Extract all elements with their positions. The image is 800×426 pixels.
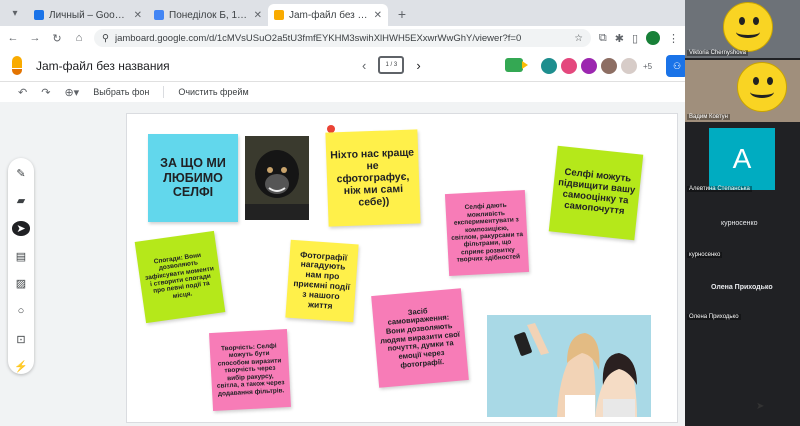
site-info-icon[interactable]: ⚲ (102, 33, 109, 44)
bookmark-star-icon[interactable]: ☆ (574, 33, 583, 44)
url-text: jamboard.google.com/d/1cMVsUSuO2a5tU3fmf… (114, 32, 522, 44)
sticky-note-memories[interactable]: Спогади: Вони дозволяють зафіксувати мом… (134, 230, 226, 324)
selfie-girls-image[interactable] (487, 315, 651, 417)
browser-tab-strip: ▾ Личный – Google Диск ✕ Понеділок Б, 18… (0, 0, 685, 26)
participant-tile[interactable]: Олена Приходько Олена Приходько (685, 262, 800, 322)
address-bar[interactable]: ⚲ jamboard.google.com/d/1cMVsUSuO2a5tU3f… (94, 29, 591, 47)
laser-icon[interactable]: ⚡ (12, 359, 30, 374)
sticky-note-icon[interactable]: ▤ (12, 249, 30, 264)
avatar: A (709, 128, 775, 190)
jamboard-toolbar: ↶ ↷ ⊕▾ Выбрать фон Очистить фрейм (0, 82, 685, 102)
next-frame-icon[interactable]: › (416, 58, 420, 73)
sidepanel-icon[interactable]: ▯ (632, 32, 638, 45)
close-icon[interactable]: ✕ (374, 10, 382, 21)
google-drive-icon (34, 10, 44, 20)
participant-name: Viktoria Chernyshova (687, 50, 748, 56)
back-icon[interactable]: ← (6, 32, 20, 44)
jamboard-icon (274, 10, 284, 20)
new-tab-icon[interactable]: + (392, 4, 412, 24)
eraser-icon[interactable]: ▰ (12, 194, 30, 209)
monkey-illustration (245, 136, 309, 220)
avatar[interactable] (580, 57, 598, 75)
more-participants-count[interactable]: +5 (643, 62, 652, 71)
divider (163, 86, 165, 98)
sticky-note-photos-remind[interactable]: Фотографії нагадують нам про приємні под… (285, 239, 359, 323)
drawing-tools: ✎ ▰ ➤ ▤ ▨ ○ ⊡ ⚡ (8, 158, 34, 374)
frame-counter[interactable]: 1 / 3 (378, 56, 405, 74)
home-icon[interactable]: ⌂ (72, 32, 86, 44)
undo-icon[interactable]: ↶ (18, 86, 27, 99)
avatar[interactable] (620, 57, 638, 75)
avatar[interactable] (540, 57, 558, 75)
profile-avatar[interactable] (646, 31, 660, 45)
clear-frame-button[interactable]: Очистить фрейм (178, 87, 248, 97)
participant-tile[interactable]: Вадим Ковтун (685, 60, 800, 122)
smiley-face-icon (737, 62, 787, 112)
set-background-button[interactable]: Выбрать фон (93, 87, 149, 97)
avatar[interactable] (600, 57, 618, 75)
close-icon[interactable]: ✕ (254, 10, 262, 21)
forward-icon[interactable]: → (28, 32, 42, 44)
participant-tile[interactable]: курносенко курносенко (685, 196, 800, 260)
smiley-face-icon (723, 2, 773, 52)
mouse-cursor-icon: ➤ (756, 401, 765, 412)
jamboard-header: Jam-файл без названия ‹ 1 / 3 › +5 ⚇ (0, 50, 688, 82)
selfie-illustration (487, 315, 651, 417)
menu-dots-icon[interactable]: ⋮ (668, 32, 679, 45)
image-icon[interactable]: ▨ (12, 277, 30, 292)
participant-name: Алевтина Степанська (687, 186, 752, 192)
participant-tile[interactable]: Viktoria Chernyshova (685, 0, 800, 58)
monkey-selfie-image[interactable] (245, 136, 309, 220)
jamboard-logo-icon (10, 55, 26, 76)
frame-navigation: ‹ 1 / 3 › (362, 56, 421, 74)
participant-name-center: Олена Приходько (711, 284, 773, 291)
meet-icon[interactable] (505, 58, 528, 72)
tab-google-docs[interactable]: Понеділок Б, 18.03 - Google Д ✕ (148, 4, 268, 26)
tab-search-icon[interactable]: ▾ (6, 4, 24, 22)
tab-jamboard[interactable]: Jam-файл без названия - Goo ✕ (268, 4, 388, 26)
close-icon[interactable]: ✕ (134, 10, 142, 21)
sticky-note-self-expression[interactable]: Засіб самовираження: Вони дозволяють люд… (371, 288, 469, 388)
document-title[interactable]: Jam-файл без названия (36, 59, 170, 73)
participant-name-center: курносенко (721, 220, 758, 227)
tab-title: Личный – Google Диск (49, 9, 129, 21)
shape-circle-icon[interactable]: ○ (12, 304, 30, 319)
sticky-note-title[interactable]: ЗА ЩО МИ ЛЮБИМО СЕЛФІ (148, 134, 238, 222)
participant-name: курносенко (687, 252, 723, 258)
browser-toolbar: ← → ↻ ⌂ ⚲ jamboard.google.com/d/1cMVsUSu… (0, 26, 685, 50)
tab-title: Jam-файл без названия - Goo (289, 9, 369, 21)
sticky-note-self-esteem[interactable]: Селфі можуть підвищити вашу самооцінку т… (548, 145, 644, 241)
sticky-note-experiment[interactable]: Селфі дають можливість експериментувати … (444, 189, 530, 277)
avatar[interactable] (560, 57, 578, 75)
zoom-icon[interactable]: ⊕▾ (64, 86, 79, 99)
tab-title: Понеділок Б, 18.03 - Google Д (169, 9, 249, 21)
participant-name: Вадим Ковтун (687, 114, 730, 120)
previous-frame-icon[interactable]: ‹ (362, 58, 366, 73)
google-docs-icon (154, 10, 164, 20)
sticky-note-nobody-better[interactable]: Ніхто нас краще не сфотографує, ніж ми с… (325, 129, 421, 227)
meet-participants-panel: Viktoria Chernyshova Вадим Ковтун A Алев… (685, 0, 800, 426)
extensions-icon[interactable]: ⧉ (599, 32, 607, 45)
pen-icon[interactable]: ✎ (12, 166, 30, 181)
reload-icon[interactable]: ↻ (50, 32, 64, 45)
text-box-icon[interactable]: ⊡ (12, 332, 30, 347)
select-icon[interactable]: ➤ (12, 221, 30, 236)
collaborator-avatars: +5 (540, 57, 652, 75)
sticky-note-creativity[interactable]: Творчість: Селфі можуть бути способом ви… (209, 329, 291, 411)
participant-name: Олена Приходько (687, 314, 741, 320)
tab-google-drive[interactable]: Личный – Google Диск ✕ (28, 4, 148, 26)
puzzle-icon[interactable]: ✱ (615, 32, 624, 45)
redo-icon[interactable]: ↷ (41, 86, 50, 99)
participant-tile[interactable]: A Алевтина Степанська (685, 124, 800, 194)
